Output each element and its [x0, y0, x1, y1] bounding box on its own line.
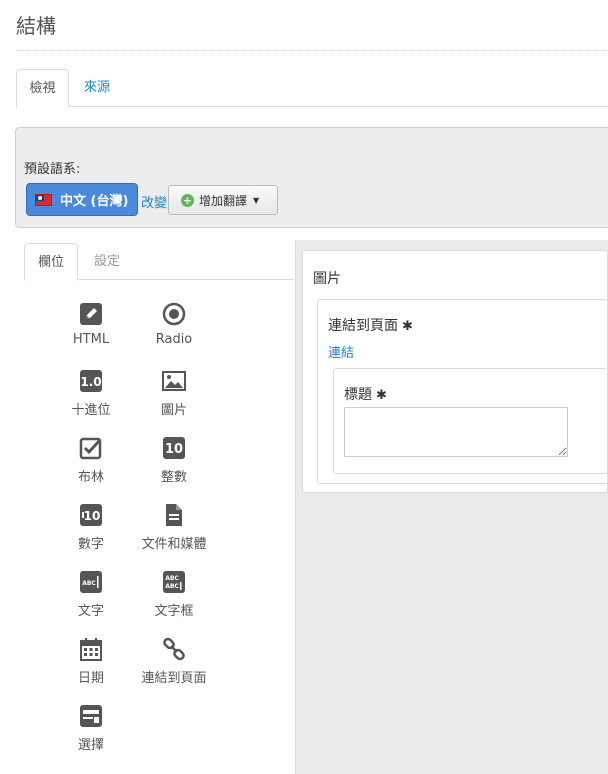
field-link-to-page[interactable]: 連結到頁面 [124, 637, 224, 686]
field-select[interactable]: 選擇 [41, 704, 141, 753]
caption-title: 標題 ✱ [344, 387, 387, 403]
calendar-icon [80, 638, 102, 661]
field-documents-media[interactable]: 文件和媒體 [124, 503, 224, 552]
svg-text:ABC: ABC [165, 583, 179, 590]
number-icon: 10 [80, 504, 102, 526]
add-translation-button[interactable]: + 增加翻譯 ▼ [168, 185, 278, 215]
image-field-title: 圖片 [313, 271, 341, 287]
caption-field-panel[interactable]: 標題 ✱ [333, 368, 608, 474]
svg-text:1.0: 1.0 [80, 375, 101, 389]
svg-text:10: 10 [84, 509, 101, 523]
image-icon [162, 371, 186, 391]
field-integer[interactable]: 10 整數 [124, 436, 224, 485]
checkbox-icon [79, 437, 102, 460]
current-language-button[interactable]: 中文 (台灣) [26, 183, 138, 216]
textbox-icon: ABC ABC [163, 571, 185, 593]
link-url[interactable]: 連結 [328, 342, 354, 361]
field-radio[interactable]: Radio [124, 302, 224, 347]
field-image[interactable]: 圖片 [124, 369, 224, 418]
decimal-icon: 1.0 [80, 370, 102, 392]
add-translation-label: 增加翻譯 [199, 193, 248, 208]
page-title: 結構 [16, 14, 56, 38]
required-asterisk-icon: ✱ [376, 388, 387, 403]
document-icon [166, 504, 182, 526]
plus-circle-icon: + [181, 193, 194, 207]
tab-source[interactable]: 來源 [72, 69, 122, 107]
svg-text:10: 10 [165, 442, 183, 457]
tab-fields[interactable]: 欄位 [24, 243, 78, 281]
title-divider [16, 50, 608, 51]
current-language-label: 中文 (台灣) [60, 194, 129, 209]
svg-text:ABC: ABC [165, 575, 179, 582]
caption-textarea[interactable] [344, 407, 568, 457]
link-icon [163, 637, 185, 661]
change-language-link[interactable]: 改變 [141, 192, 167, 211]
svg-text:ABC: ABC [82, 580, 96, 587]
palette-tabs: 欄位 設定 [24, 243, 294, 281]
radio-icon [162, 302, 186, 326]
pencil-icon [80, 303, 102, 325]
view-tabs: 檢視 來源 [16, 69, 608, 108]
language-panel: 預設語系: 中文 (台灣) 改變 + 增加翻譯 ▼ [15, 127, 608, 228]
default-language-label: 預設語系: [24, 162, 81, 177]
field-textbox[interactable]: ABC ABC 文字框 [124, 570, 224, 619]
tab-settings[interactable]: 設定 [94, 243, 120, 280]
integer-icon: 10 [163, 437, 185, 459]
caret-down-icon: ▼ [253, 195, 260, 205]
text-icon: ABC [80, 571, 102, 593]
required-asterisk-icon: ✱ [402, 319, 413, 334]
taiwan-flag-icon [35, 193, 52, 206]
select-icon [80, 705, 102, 727]
tab-view[interactable]: 檢視 [16, 69, 69, 108]
link-to-page-title: 連結到頁面 ✱ [328, 318, 413, 334]
